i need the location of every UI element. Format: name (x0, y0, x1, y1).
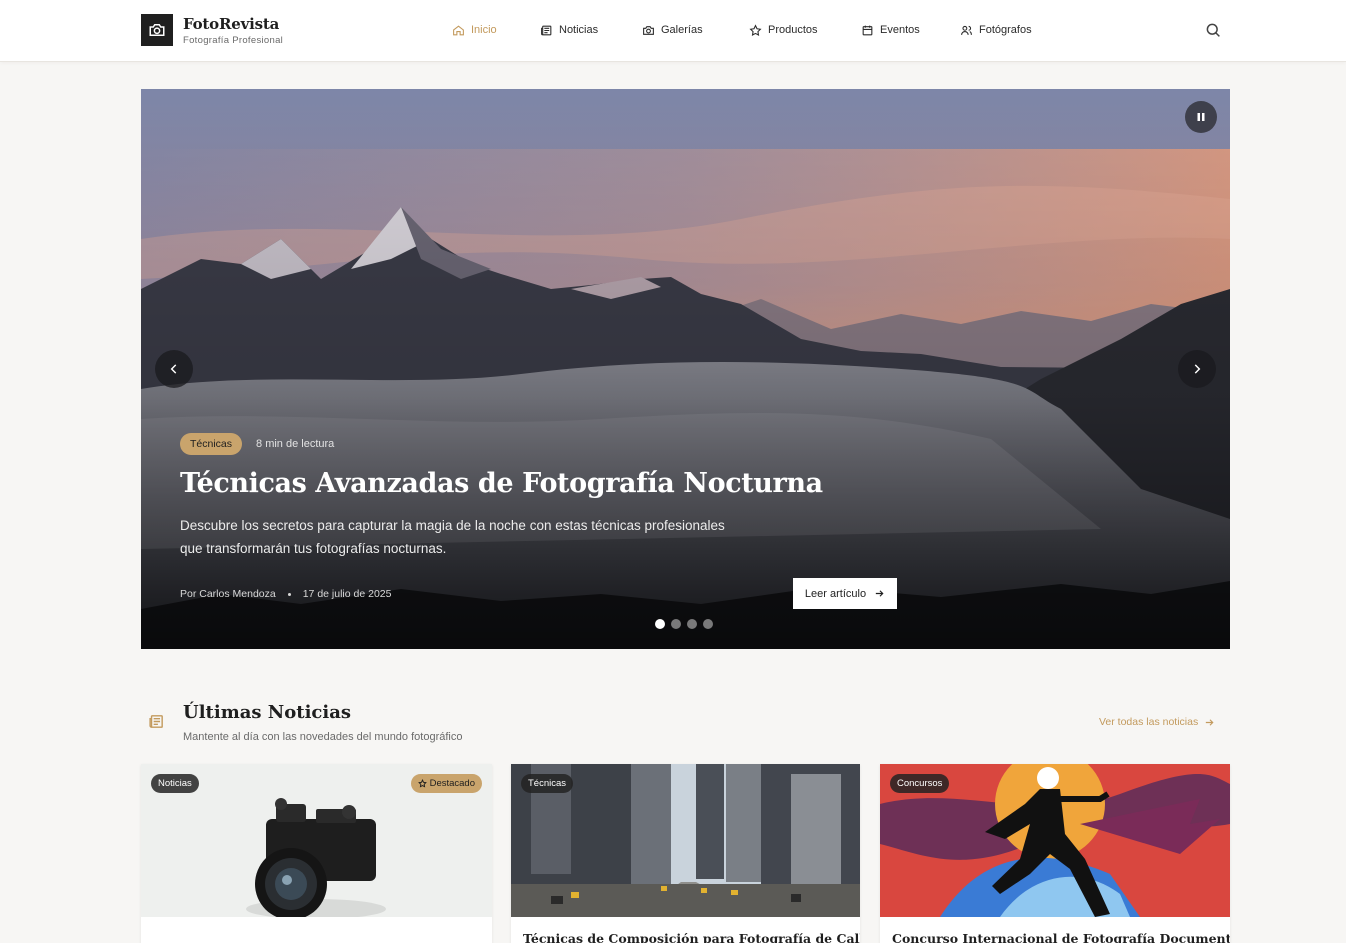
brand-name: FotoRevista (183, 15, 280, 33)
section-subtitle: Mantente al día con las novedades del mu… (183, 731, 463, 743)
slide-indicators (655, 619, 713, 629)
newspaper-icon (148, 713, 165, 730)
section-title: Últimas Noticias (183, 702, 352, 723)
category-badge[interactable]: Técnicas (180, 433, 243, 455)
hero-byline: Por Carlos Mendoza 17 de julio de 2025 (180, 588, 391, 600)
arrow-right-icon (875, 590, 884, 597)
hero-slider: Técnicas 8 min de lectura Técnicas Avanz… (141, 89, 1230, 649)
nav-label: Noticias (559, 24, 599, 36)
slide-dot[interactable] (655, 619, 665, 629)
card-category-badge: Técnicas (521, 774, 574, 793)
slide-dot[interactable] (703, 619, 713, 629)
nav-label: Galerías (661, 24, 703, 36)
nav-item-inicio[interactable]: Inicio (452, 22, 540, 38)
slide-dot[interactable] (671, 619, 681, 629)
chevron-right-icon (1194, 364, 1201, 374)
nav-item-fotografos[interactable]: Fotógrafos (960, 22, 1050, 38)
hero-meta: Técnicas 8 min de lectura (180, 433, 334, 455)
site-header: FotoRevista Fotografía Profesional Inici… (0, 0, 1346, 62)
nav-label: Fotógrafos (979, 24, 1032, 36)
search-icon[interactable] (1204, 21, 1222, 39)
arrow-right-icon (1206, 718, 1214, 726)
nav-item-noticias[interactable]: Noticias (540, 22, 642, 38)
camera-icon (643, 25, 654, 35)
next-slide-button[interactable] (1178, 350, 1216, 388)
card-title[interactable]: Concurso Internacional de Fotografía Doc… (892, 931, 1230, 943)
card-title[interactable]: Técnicas de Composición para Fotografía … (523, 931, 860, 943)
read-article-button[interactable]: Leer artículo (793, 578, 897, 609)
featured-label: Destacado (429, 778, 475, 789)
see-all-news-link[interactable]: Ver todas las noticias (1099, 716, 1215, 728)
slide-dot[interactable] (687, 619, 697, 629)
newspaper-icon (541, 25, 552, 35)
card-category-badge: Noticias (151, 774, 199, 793)
nav-item-galerias[interactable]: Galerías (642, 22, 749, 38)
star-icon (749, 23, 762, 36)
users-icon (961, 25, 972, 35)
news-card[interactable]: Noticias Destacado (141, 764, 492, 943)
separator-dot (287, 592, 291, 596)
hero-image (141, 89, 1230, 649)
nav-label: Eventos (880, 24, 920, 36)
star-icon (417, 779, 427, 788)
see-all-label: Ver todas las noticias (1099, 716, 1199, 728)
news-card[interactable]: Concursos Concurso Internacional de Foto… (880, 764, 1230, 943)
brand-tagline: Fotografía Profesional (183, 35, 284, 46)
nav-label: Productos (768, 24, 818, 36)
nav-item-productos[interactable]: Productos (749, 22, 861, 38)
pause-button[interactable] (1185, 101, 1217, 133)
chevron-left-icon (170, 364, 177, 374)
home-icon (453, 24, 464, 35)
hero-description: Descubre los secretos para capturar la m… (180, 518, 725, 556)
read-time: 8 min de lectura (256, 438, 335, 450)
card-category-badge: Concursos (890, 774, 950, 793)
author: Por Carlos Mendoza (180, 588, 276, 600)
read-article-label: Leer artículo (804, 587, 867, 600)
main-nav: Inicio Noticias Galerías Productos Event… (452, 22, 1050, 38)
calendar-icon (862, 25, 873, 35)
hero-title[interactable]: Técnicas Avanzadas de Fotografía Nocturn… (180, 468, 823, 499)
prev-slide-button[interactable] (155, 350, 193, 388)
brand[interactable]: FotoRevista Fotografía Profesional (183, 15, 283, 46)
pause-icon (1197, 113, 1205, 121)
nav-item-eventos[interactable]: Eventos (861, 22, 960, 38)
camera-logo-icon[interactable] (141, 14, 173, 46)
featured-badge: Destacado (410, 774, 482, 793)
publish-date: 17 de julio de 2025 (302, 588, 392, 600)
nav-label: Inicio (471, 24, 497, 36)
news-card[interactable]: Técnicas Técnicas de Composición para Fo… (511, 764, 860, 943)
